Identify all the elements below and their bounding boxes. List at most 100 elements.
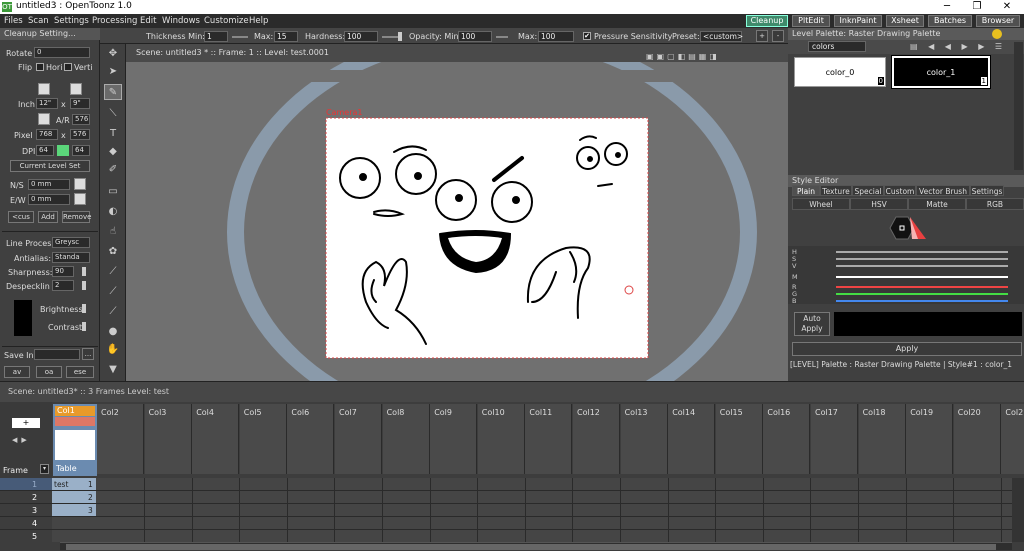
lock-icon[interactable] <box>74 193 86 205</box>
tab-custom[interactable]: Custom <box>884 185 916 196</box>
rgb-picker-tool-icon[interactable]: ⟋ <box>104 284 122 300</box>
hardness-slider-knob[interactable] <box>398 32 402 41</box>
remove-button[interactable]: Remove <box>62 211 91 223</box>
selection-tool-icon[interactable]: ➤ <box>104 64 122 80</box>
animate-tool-icon[interactable]: ✥ <box>104 46 122 62</box>
column-1-name[interactable]: Col1 <box>55 406 95 416</box>
mode-matte[interactable]: Matte <box>908 198 966 210</box>
despeckling-slider[interactable] <box>82 281 86 290</box>
despeckling-field[interactable]: 2 <box>52 280 74 291</box>
ruler-tool-icon[interactable]: ⟋ <box>104 304 122 320</box>
channel-h-slider[interactable] <box>836 251 1008 253</box>
column-header[interactable]: Col20 <box>953 404 1001 474</box>
thickness-min-field[interactable]: 1 <box>204 31 228 42</box>
column-header[interactable]: Col3 <box>144 404 192 474</box>
column-header[interactable]: Col9 <box>430 404 478 474</box>
mode-hsv[interactable]: HSV <box>850 198 908 210</box>
contrast-slider[interactable] <box>82 322 86 331</box>
hand-tool-icon[interactable]: ✋ <box>104 342 122 358</box>
ar-field[interactable]: 576 <box>72 114 90 125</box>
brightness-slider[interactable] <box>82 304 86 313</box>
minimize-icon[interactable]: ─ <box>932 0 962 14</box>
channel-r-slider[interactable] <box>836 286 1008 288</box>
type-tool-icon[interactable]: T <box>104 126 122 142</box>
viewer-toggle-icons[interactable]: ▣▣▢◧▤▦◨ <box>646 48 778 61</box>
room-pltedit[interactable]: PltEdit <box>792 15 830 27</box>
palette-nav-icons[interactable]: ▤ ◀ ◀ ▶ ▶ ☰ <box>910 42 1006 51</box>
save-in-field[interactable] <box>34 349 80 360</box>
restore-icon[interactable]: ❐ <box>962 0 992 14</box>
palette-page-tab[interactable]: colors <box>808 41 866 52</box>
xsheet-vertical-scrollbar[interactable] <box>1012 478 1024 542</box>
xsheet-cell-area[interactable]: 1 2 3 4 5 test 1 2 3 <box>0 478 1012 542</box>
add-preset-button[interactable]: + <box>756 30 768 42</box>
menu-processing[interactable]: Processing <box>92 16 137 26</box>
column-header[interactable]: Col18 <box>858 404 906 474</box>
lock-icon[interactable] <box>38 83 50 95</box>
room-cleanup[interactable]: Cleanup <box>746 15 788 27</box>
tape-tool-icon[interactable]: ◐ <box>104 204 122 220</box>
opacity-min-field[interactable]: 100 <box>458 31 492 42</box>
room-browser[interactable]: Browser <box>976 15 1020 27</box>
column-header[interactable]: Col2 <box>1001 404 1024 474</box>
save-button[interactable]: av <box>4 366 30 378</box>
menu-scan[interactable]: Scan <box>28 16 49 26</box>
menu-edit[interactable]: Edit <box>140 16 156 26</box>
channel-b-slider[interactable] <box>836 300 1008 302</box>
tab-plain[interactable]: Plain <box>792 185 820 196</box>
link-icon[interactable] <box>57 145 69 156</box>
mode-wheel[interactable]: Wheel <box>792 198 850 210</box>
column-header[interactable]: Col15 <box>715 404 763 474</box>
scrollbar-thumb[interactable] <box>66 544 996 550</box>
menu-files[interactable]: Files <box>4 16 23 26</box>
tab-vector-brush[interactable]: Vector Brush <box>916 185 970 196</box>
line-processing-dropdown[interactable]: Greysc <box>52 237 90 248</box>
thickness-max-field[interactable]: 15 <box>274 31 298 42</box>
channel-s-slider[interactable] <box>836 258 1008 260</box>
mode-rgb[interactable]: RGB <box>966 198 1024 210</box>
current-level-set-button[interactable]: Current Level Set <box>10 160 90 172</box>
column-header[interactable]: Col16 <box>763 404 811 474</box>
column-header[interactable]: Col6 <box>287 404 335 474</box>
remove-preset-button[interactable]: - <box>772 30 784 42</box>
column-header[interactable]: Col13 <box>620 404 668 474</box>
ns-field[interactable]: 0 mm <box>28 179 70 190</box>
antialias-dropdown[interactable]: Standa <box>52 252 90 263</box>
lock-icon[interactable] <box>74 178 86 190</box>
preset-dropdown[interactable]: <custom> <box>700 31 743 42</box>
custom-dropdown[interactable]: <cus <box>8 211 34 223</box>
palette-lock-icon[interactable] <box>992 29 1002 39</box>
palette-scrollbar[interactable] <box>1014 42 1023 170</box>
eraser-tool-icon[interactable]: ▭ <box>104 184 122 200</box>
fill-tool-icon[interactable]: ◆ <box>104 144 122 160</box>
hook-tool-icon[interactable]: ✿ <box>104 244 122 260</box>
xsheet-horizontal-scrollbar[interactable] <box>60 542 1012 550</box>
add-button[interactable]: Add <box>38 211 58 223</box>
rotate-dropdown[interactable]: 0 <box>34 47 90 58</box>
style-chip-color-0[interactable]: color_0 0 <box>794 57 886 87</box>
style-chip-color-1[interactable]: color_1 1 <box>892 56 990 88</box>
paint-brush-tool-icon[interactable]: ✐ <box>104 162 122 178</box>
sharpness-slider[interactable] <box>82 267 86 276</box>
column-header[interactable]: Col5 <box>239 404 287 474</box>
flip-hori-checkbox[interactable] <box>36 63 44 71</box>
add-column-icon[interactable]: + <box>12 418 40 428</box>
column-1-cells[interactable]: test 1 2 3 <box>52 478 96 517</box>
style-picker-tool-icon[interactable]: ⟋ <box>104 264 122 280</box>
room-inknpaint[interactable]: InknPaint <box>834 15 882 27</box>
channel-v-slider[interactable] <box>836 265 1008 267</box>
frame-mode-dropdown[interactable]: ▾ <box>40 464 49 474</box>
column-header[interactable]: Col14 <box>668 404 716 474</box>
column-header[interactable]: Col2 <box>97 404 144 474</box>
geometric-tool-icon[interactable]: ⟍ <box>104 106 122 122</box>
tab-settings[interactable]: Settings <box>970 185 1004 196</box>
column-1-toggles[interactable] <box>55 417 95 426</box>
pixel-height-field[interactable]: 576 <box>70 129 90 140</box>
column-header[interactable]: Col11 <box>525 404 573 474</box>
column-header[interactable]: Col8 <box>382 404 430 474</box>
opacity-slider[interactable] <box>496 36 508 38</box>
tab-special[interactable]: Special <box>852 185 884 196</box>
pressure-checkbox[interactable]: ✔ <box>583 32 591 40</box>
menu-customize[interactable]: Customize <box>204 16 249 26</box>
column-header[interactable]: Col12 <box>573 404 620 474</box>
